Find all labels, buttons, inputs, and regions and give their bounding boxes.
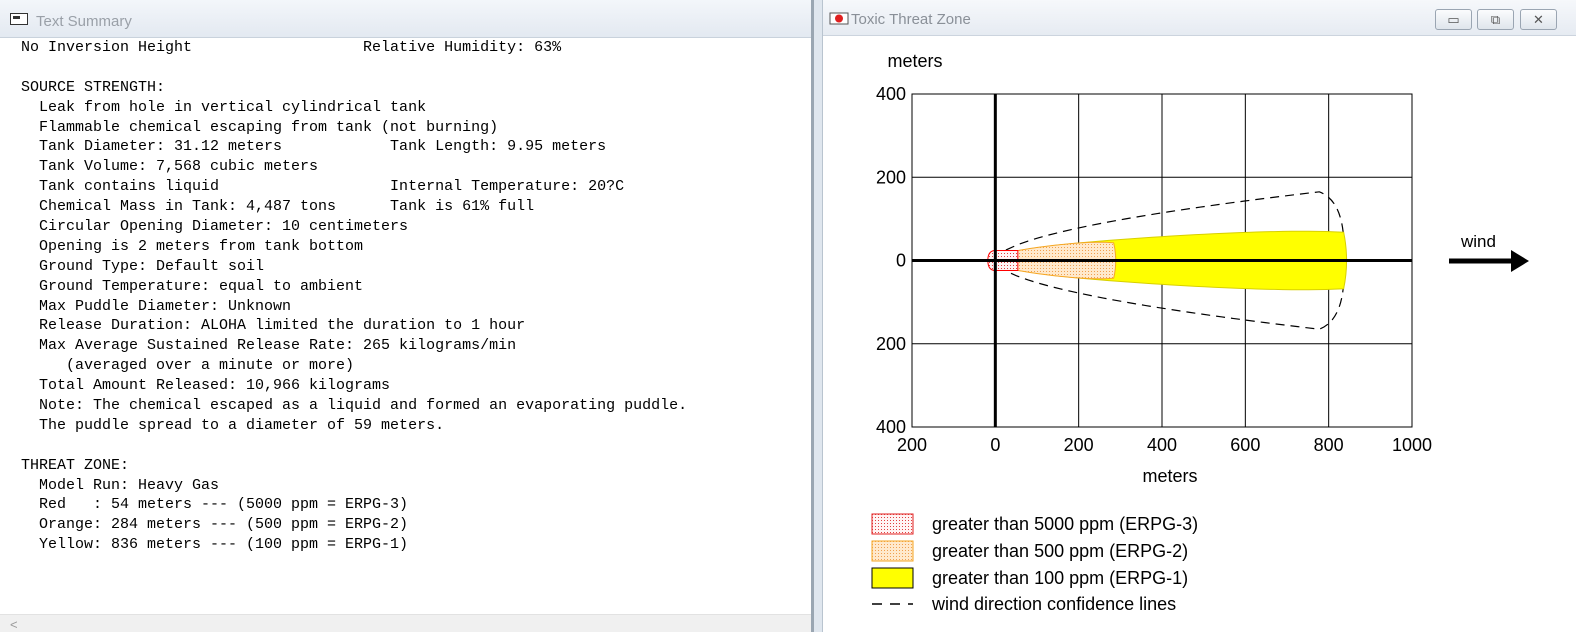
close-icon: ✕ [1533, 12, 1544, 27]
legend-label: greater than 500 ppm (ERPG-2) [932, 541, 1188, 561]
text-summary-titlebar[interactable]: Text Summary [0, 0, 811, 38]
minimize-icon: ▭ [1447, 12, 1460, 27]
legend-label: greater than 5000 ppm (ERPG-3) [932, 514, 1198, 534]
y-tick-label: 400 [876, 84, 906, 104]
threat-zone-window: Toxic Threat Zone ▭ ⧉ ✕ 200 0 200 400 600 800… [822, 0, 1576, 632]
legend-label: wind direction confidence lines [931, 594, 1176, 614]
threat-zone-plot: 200 0 200 400 600 800 10004002000200400metersm… [871, 51, 1529, 614]
threat-zone-titlebar[interactable]: Toxic Threat Zone ▭ ⧉ ✕ [823, 0, 1576, 36]
summary-line [21, 58, 811, 78]
summary-line: Chemical Mass in Tank: 4,487 tons Tank i… [21, 198, 535, 216]
x-tick-label: 400 [1147, 435, 1177, 455]
summary-line: The puddle spread to a diameter of 59 me… [21, 416, 445, 434]
summary-line: Release Duration: ALOHA limited the dura… [21, 317, 526, 335]
summary-line: Leak from hole in vertical cylindrical t… [21, 98, 427, 116]
summary-line: SOURCE STRENGTH: [21, 78, 166, 96]
x-tick-label: 1000 [1392, 435, 1432, 455]
summary-line: Ground Temperature: equal to ambient [21, 277, 364, 295]
y-axis-label: meters [887, 51, 942, 71]
summary-line: Total Amount Released: 10,966 kilograms [21, 377, 391, 395]
summary-line: Tank Volume: 7,568 cubic meters [21, 158, 319, 176]
summary-line: Red : 54 meters --- (5000 ppm = ERPG-3) [21, 496, 409, 514]
summary-line: Yellow: 836 meters --- (100 ppm = ERPG-1… [21, 536, 409, 554]
legend-swatch [871, 567, 914, 589]
legend-swatch [871, 513, 914, 535]
summary-line: Max Average Sustained Release Rate: 265 … [21, 337, 517, 355]
threat-zone-title: Toxic Threat Zone [851, 11, 971, 28]
x-tick-label: 200 [1064, 435, 1094, 455]
summary-line: Circular Opening Diameter: 10 centimeter… [21, 218, 409, 236]
x-tick-label: 0 [990, 435, 1000, 455]
close-button[interactable]: ✕ [1520, 9, 1557, 30]
summary-line: Orange: 284 meters --- (500 ppm = ERPG-2… [21, 516, 409, 534]
summary-line: Ground Type: Default soil [21, 257, 265, 275]
text-summary-title: Text Summary [36, 13, 132, 30]
scroll-left-icon[interactable]: < [10, 617, 18, 632]
wind-arrow-icon [1511, 250, 1529, 272]
summary-line: Note: The chemical escaped as a liquid a… [21, 397, 688, 415]
summary-line: Opening is 2 meters from tank bottom [21, 237, 364, 255]
summary-line [21, 436, 811, 456]
summary-line: Model Run: Heavy Gas [21, 476, 220, 494]
summary-line: (averaged over a minute or more) [21, 357, 355, 375]
legend-swatch [871, 540, 914, 562]
summary-line: Flammable chemical escaping from tank (n… [21, 118, 499, 136]
summary-line: Tank contains liquid Internal Temperatur… [21, 178, 625, 196]
summary-line: No Inversion Height Relative Humidity: 6… [21, 39, 562, 56]
y-tick-label: 400 [876, 417, 906, 437]
y-tick-label: 0 [896, 251, 906, 271]
x-tick-label: 200 [897, 435, 927, 455]
x-tick-label: 600 [1230, 435, 1260, 455]
text-summary-window: Text Summary No Inversion Height Relativ… [0, 0, 814, 632]
x-tick-label: 800 [1314, 435, 1344, 455]
restore-button[interactable]: ⧉ [1477, 9, 1514, 30]
wind-label: wind [1460, 232, 1496, 251]
y-tick-label: 200 [876, 167, 906, 187]
text-summary-body[interactable]: No Inversion Height Relative Humidity: 6… [21, 38, 811, 612]
summary-line: THREAT ZONE: [21, 456, 130, 474]
summary-line: Max Puddle Diameter: Unknown [21, 297, 292, 315]
y-tick-label: 200 [876, 334, 906, 354]
restore-icon: ⧉ [1490, 12, 1501, 27]
horizontal-scrollbar[interactable]: < [0, 614, 811, 632]
summary-line: Tank Diameter: 31.12 meters Tank Length:… [21, 138, 607, 156]
x-axis-label: meters [1142, 466, 1197, 486]
legend-label: greater than 100 ppm (ERPG-1) [932, 568, 1188, 588]
window-icon [10, 13, 28, 25]
threat-zone-app-icon [829, 12, 849, 25]
minimize-button[interactable]: ▭ [1435, 9, 1472, 30]
